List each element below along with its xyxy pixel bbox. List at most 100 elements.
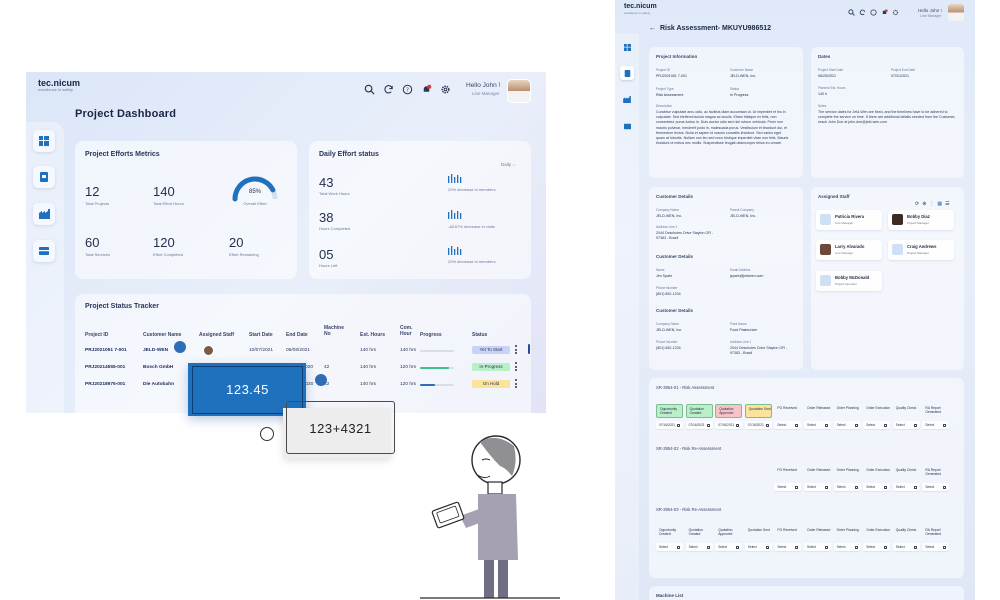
stage-date-select[interactable]: 07/16/2021 (685, 421, 713, 429)
staff-card[interactable]: Larry Alvarado Line Manager (816, 240, 882, 260)
col-header[interactable]: Progress (420, 332, 442, 338)
calendar-icon (795, 485, 799, 489)
pipeline-stage-label: Order Execution (866, 468, 891, 472)
stage-date-select[interactable]: Select (715, 543, 743, 551)
notification-bell-icon[interactable] (421, 84, 432, 95)
cursor-dot (315, 374, 327, 386)
pipeline-stage-label: Quality Check (895, 528, 917, 532)
stage-date-select[interactable]: Select (774, 543, 802, 551)
col-header[interactable]: Com. Hour (400, 325, 416, 337)
stage-date-select[interactable]: Select (804, 483, 831, 491)
stage-date-select[interactable]: 07/16/2021 (656, 421, 683, 429)
user-avatar[interactable] (507, 79, 531, 103)
grid-view-icon[interactable]: ▦ (937, 201, 945, 207)
sidebar-factory-icon[interactable] (620, 92, 634, 106)
sidebar-inbox-icon[interactable] (33, 240, 55, 262)
col-header[interactable]: Est. Hours (360, 332, 385, 338)
row-progress-bar (420, 384, 454, 386)
row-project-id[interactable]: PRJ20214555-001 (85, 365, 125, 370)
metric-label: Total Projects (85, 201, 110, 206)
sidebar-document-icon[interactable] (620, 66, 634, 80)
settings-gear-icon[interactable] (440, 84, 451, 95)
sidebar-inbox-icon[interactable] (620, 119, 634, 133)
staff-photo (892, 214, 903, 225)
stage-date-select[interactable]: Select (892, 543, 920, 551)
stage-date-select[interactable]: Select (922, 543, 950, 551)
staff-card[interactable]: Craig Andrews Project Manager (888, 240, 954, 260)
pipeline-stage-label: Quotation Approved (715, 404, 743, 418)
field-label: Plant Name (730, 322, 747, 326)
page-title: Project Dashboard (75, 108, 177, 120)
refresh-icon[interactable] (383, 84, 394, 95)
stage-date-select[interactable]: 07/16/2021 (715, 421, 743, 429)
row-project-id[interactable]: PRJ20218975-001 (85, 382, 125, 387)
app-logo[interactable]: tec.nicum (624, 3, 657, 10)
col-header[interactable]: Project ID (85, 332, 108, 338)
sidebar-dashboard-icon[interactable] (620, 40, 634, 54)
back-arrow-icon[interactable]: ← (649, 25, 656, 32)
stage-date-select[interactable]: Select (863, 483, 891, 491)
stage-date-select[interactable]: Select (774, 421, 802, 429)
row-more-icon[interactable] (515, 345, 517, 356)
sidebar-factory-icon[interactable] (33, 203, 55, 225)
staff-name: Larry Alvarado (835, 244, 865, 249)
row-more-icon[interactable] (515, 379, 517, 390)
metric-value: 120 (153, 235, 175, 250)
stage-date-select[interactable]: Select (922, 421, 950, 429)
col-header[interactable]: Status (472, 332, 487, 338)
col-header[interactable]: Start Date (249, 332, 273, 338)
sidebar-dashboard-icon[interactable] (33, 130, 55, 152)
staff-name: Bobby McDonald (835, 275, 870, 280)
col-header[interactable]: Customer Name (143, 332, 181, 338)
stage-date-select[interactable]: Select (863, 543, 891, 551)
help-icon[interactable] (870, 9, 877, 16)
pipeline-stage-label: Order Planning (836, 406, 859, 410)
row-more-icon[interactable] (515, 362, 517, 373)
stage-date-select[interactable]: Select (744, 543, 772, 551)
stage-date-select[interactable]: Select (922, 483, 950, 491)
field-label: Address Line 1 (730, 340, 752, 344)
col-header[interactable]: End Date (286, 332, 308, 338)
row-project-id[interactable]: PRJ2021051 7-001 (85, 348, 127, 353)
stage-value: Select (895, 485, 905, 489)
stage-date-select[interactable]: Select (833, 483, 861, 491)
staff-card[interactable]: Bobby Diaz Project Manager (888, 210, 954, 230)
stage-date-select[interactable]: 07/16/2021 (744, 421, 772, 429)
stage-date-select[interactable]: Select (804, 421, 831, 429)
col-header[interactable]: Machine No (324, 325, 350, 337)
staff-card[interactable]: Patricia Rivera Line Manager (816, 210, 882, 230)
field-label: Project End Date (891, 68, 916, 72)
stage-date-select[interactable]: Select (863, 421, 891, 429)
staff-card[interactable]: Bobby McDonald Project Operator (816, 271, 882, 291)
daily-filter-select[interactable]: Daily ⌵ (501, 162, 516, 167)
calendar-icon (736, 423, 740, 427)
stage-date-select[interactable]: Select (892, 421, 920, 429)
field-label: Project Start Date (818, 68, 844, 72)
stage-date-select[interactable]: Select (685, 543, 713, 551)
col-header[interactable]: Assigned Staff (199, 332, 234, 338)
table-scrollbar[interactable] (528, 344, 530, 354)
gray-expression-value: 123+4321 (286, 401, 395, 454)
user-avatar[interactable] (948, 4, 964, 21)
project-dashboard: tec.nicum excellence in safety ? Hello J… (26, 72, 546, 413)
stage-date-select[interactable]: Select (833, 543, 861, 551)
stage-date-select[interactable]: Select (892, 483, 920, 491)
stage-value: Select (866, 545, 876, 549)
pipeline-stage-label: Order Released (807, 528, 831, 532)
search-icon[interactable] (848, 9, 855, 16)
help-icon[interactable]: ? (402, 84, 413, 95)
settings-gear-icon[interactable] (892, 9, 899, 16)
sidebar-document-icon[interactable] (33, 166, 55, 188)
refresh-icon[interactable] (859, 9, 866, 16)
search-icon[interactable] (364, 84, 375, 95)
stage-date-select[interactable]: Select (656, 543, 683, 551)
stage-value: 07/16/2021 (659, 423, 675, 427)
stage-value: Select (836, 545, 846, 549)
daily-value: 05 (319, 247, 334, 262)
list-view-icon[interactable]: ☰ (945, 201, 952, 207)
stage-date-select[interactable]: Select (774, 483, 802, 491)
stage-date-select[interactable]: Select (804, 543, 831, 551)
stage-date-select[interactable]: Select (833, 421, 861, 429)
notification-bell-icon[interactable] (881, 9, 888, 16)
staff-avatar[interactable] (203, 345, 214, 356)
